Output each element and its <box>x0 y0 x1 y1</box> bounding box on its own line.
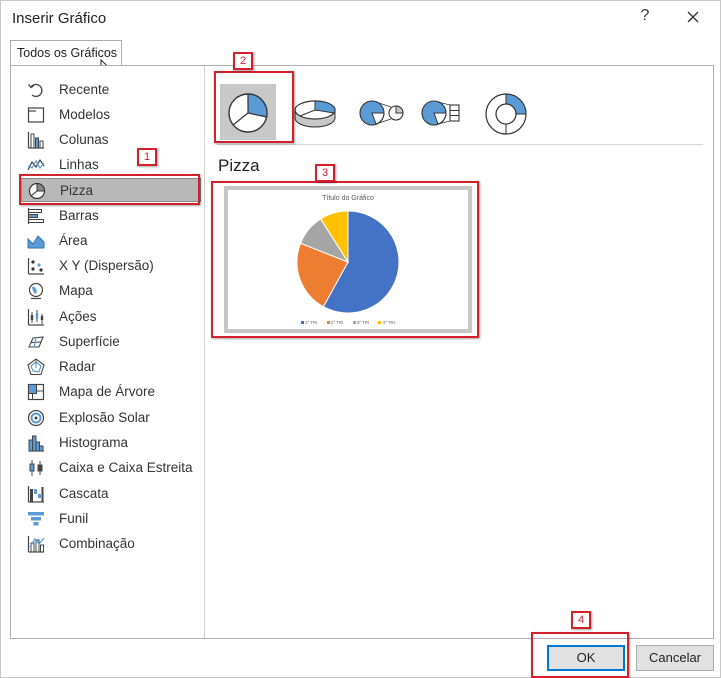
stock-chart-icon <box>27 309 44 326</box>
chart-panel: Recente Modelos Colunas Linhas Pizza Bar… <box>10 65 714 639</box>
section-title: Pizza <box>218 156 260 175</box>
annotation-badge-3: 3 <box>315 164 335 182</box>
scatter-chart-icon <box>27 258 44 275</box>
sidebar-item-dispersao[interactable]: X Y (Dispersão) <box>21 254 201 278</box>
radar-chart-icon <box>27 358 45 376</box>
sidebar-item-barras[interactable]: Barras <box>21 204 201 228</box>
sidebar-item-superficie[interactable]: Superfície <box>21 330 201 354</box>
annotation-badge-4: 4 <box>571 611 591 629</box>
sidebar-item-mapa[interactable]: Mapa <box>21 279 201 303</box>
sidebar-item-histograma[interactable]: Histograma <box>21 431 201 455</box>
funnel-chart-icon <box>28 512 44 526</box>
subtype-doughnut[interactable] <box>478 84 534 140</box>
sidebar-item-label: Mapa <box>59 283 93 298</box>
box-whisker-chart-icon <box>29 460 43 476</box>
histogram-chart-icon <box>28 435 44 452</box>
sidebar-item-acoes[interactable]: Ações <box>21 305 201 329</box>
sidebar-item-area[interactable]: Área <box>21 229 201 253</box>
sidebar-item-label: Barras <box>59 208 99 223</box>
pie-3d-subtype-icon <box>294 100 336 128</box>
sidebar-item-funil[interactable]: Funil <box>21 507 201 531</box>
annotation-box-3 <box>211 181 479 338</box>
templates-icon <box>27 107 45 123</box>
subtype-bar-of-pie[interactable] <box>416 84 472 140</box>
sidebar-item-label: Superfície <box>59 334 120 349</box>
treemap-chart-icon <box>27 383 45 401</box>
pie-of-pie-subtype-icon <box>359 100 404 126</box>
sidebar-item-modelos[interactable]: Modelos <box>21 103 201 127</box>
annotation-badge-1: 1 <box>137 148 157 166</box>
gallery-separator <box>217 144 703 145</box>
ok-button[interactable]: OK <box>547 645 625 671</box>
sidebar-item-label: Combinação <box>59 536 135 551</box>
sidebar-item-label: Funil <box>59 511 89 526</box>
sidebar-item-label: Explosão Solar <box>59 410 150 425</box>
sidebar-item-label: Caixa e Caixa Estreita <box>59 460 193 475</box>
sidebar-item-mapa-de-arvore[interactable]: Mapa de Árvore <box>21 380 201 404</box>
surface-chart-icon <box>28 336 44 348</box>
sidebar-item-cascata[interactable]: Cascata <box>21 482 201 506</box>
sidebar-item-label: Radar <box>59 359 96 374</box>
sidebar-item-label: Recente <box>59 82 110 97</box>
sunburst-chart-icon <box>27 409 45 427</box>
close-icon <box>687 11 699 23</box>
bar-of-pie-subtype-icon <box>421 100 460 126</box>
close-button[interactable] <box>683 5 703 29</box>
cancel-button[interactable]: Cancelar <box>636 645 714 671</box>
sidebar-item-label: X Y (Dispersão) <box>59 258 154 273</box>
sidebar-item-label: Mapa de Árvore <box>59 384 156 399</box>
dialog-title: Inserir Gráfico <box>12 10 107 27</box>
sidebar-item-label: Área <box>59 233 88 248</box>
sidebar-item-label: Histograma <box>59 435 129 450</box>
area-chart-icon <box>27 235 45 249</box>
sidebar-item-label: Ações <box>59 309 97 324</box>
sidebar-item-recente[interactable]: Recente <box>21 78 201 102</box>
annotation-box-2 <box>214 71 294 143</box>
annotation-box-1 <box>19 174 200 205</box>
recent-icon <box>28 83 43 98</box>
insert-chart-dialog: Inserir Gráfico ? Todos os Gráficos Rece… <box>0 0 721 678</box>
sidebar-item-explosao-solar[interactable]: Explosão Solar <box>21 406 201 430</box>
doughnut-subtype-icon <box>485 93 527 135</box>
sidebar-item-radar[interactable]: Radar <box>21 355 201 379</box>
chart-type-sidebar: Recente Modelos Colunas Linhas Pizza Bar… <box>11 66 205 638</box>
bar-chart-icon <box>27 208 44 224</box>
column-chart-icon <box>27 132 44 149</box>
sidebar-item-combinacao[interactable]: Combinação <box>21 532 201 556</box>
combo-chart-icon <box>27 536 45 553</box>
line-chart-icon <box>27 158 45 171</box>
help-button[interactable]: ? <box>635 7 655 29</box>
map-chart-icon <box>28 282 44 300</box>
sidebar-item-label: Colunas <box>59 132 109 147</box>
subtype-pie-3d[interactable] <box>287 84 343 140</box>
sidebar-item-colunas[interactable]: Colunas <box>21 128 201 152</box>
annotation-badge-2: 2 <box>233 52 253 70</box>
sidebar-item-label: Modelos <box>59 107 111 122</box>
waterfall-chart-icon <box>27 486 44 503</box>
sidebar-item-caixa-estreita[interactable]: Caixa e Caixa Estreita <box>21 456 201 480</box>
sidebar-item-label: Cascata <box>59 486 109 501</box>
title-bar: Inserir Gráfico ? <box>1 1 720 35</box>
subtype-pie-of-pie[interactable] <box>354 84 410 140</box>
sidebar-item-label: Linhas <box>59 157 99 172</box>
